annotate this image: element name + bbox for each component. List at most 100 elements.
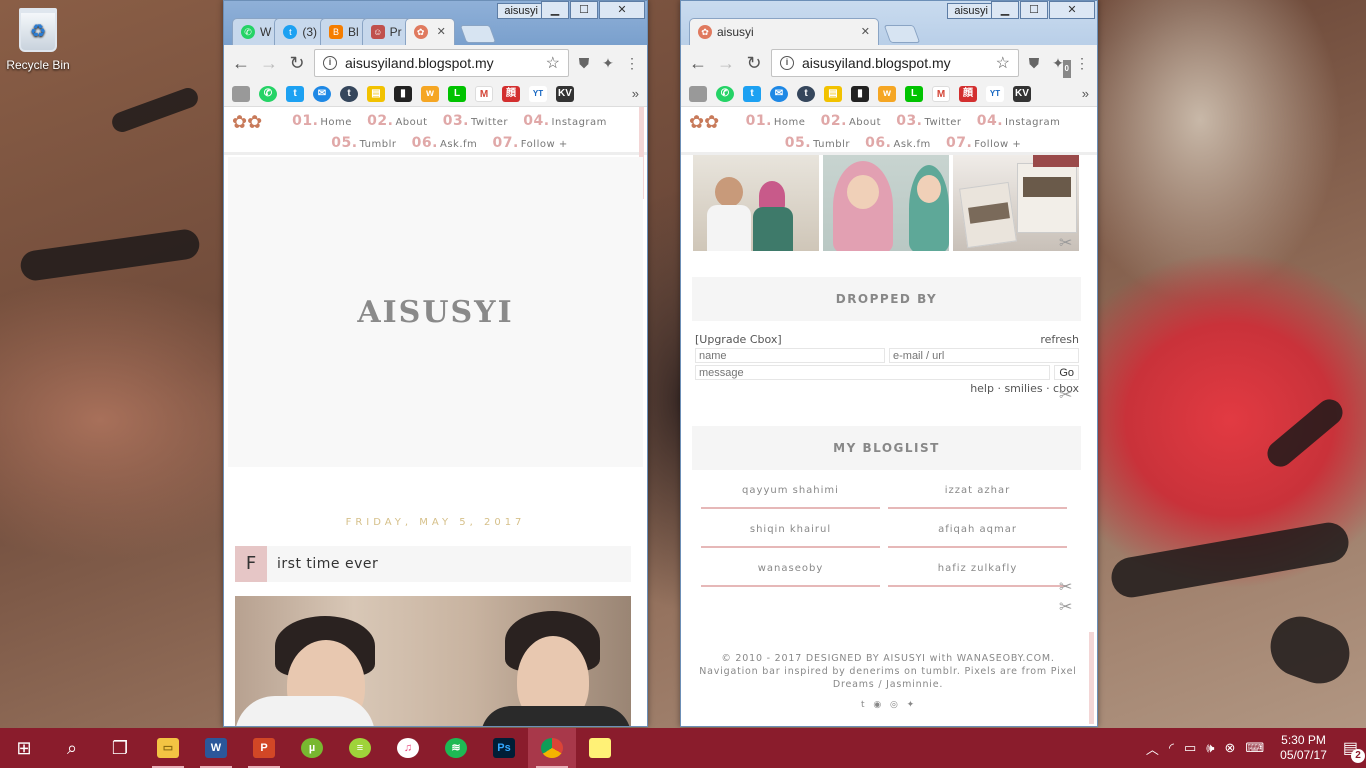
tab-aisusyi-active[interactable]: ✿ ✕ <box>404 18 455 45</box>
line-bookmark-icon[interactable]: L <box>905 85 923 102</box>
tab-blogger[interactable]: B Bl <box>320 18 368 45</box>
cbox-message-input[interactable] <box>695 365 1051 380</box>
tab-twitter[interactable]: t (3) <box>274 18 326 45</box>
bloglist-item[interactable]: wanaseoby <box>701 563 880 587</box>
tools-icon[interactable]: ✂ <box>1059 233 1072 252</box>
clock[interactable]: 5:30 PM 05/07/17 <box>1280 733 1327 763</box>
kv-bookmark-icon[interactable]: KV <box>556 85 574 102</box>
photo-thumbnail[interactable] <box>693 155 819 251</box>
bloglist-item[interactable]: shiqin khairul <box>701 524 880 548</box>
note-bookmark-icon[interactable]: ▤ <box>367 85 385 102</box>
start-button[interactable]: ⊞ <box>0 728 48 768</box>
cbox-email-input[interactable] <box>889 348 1079 363</box>
nav-instagram[interactable]: 04. Instagram <box>521 113 607 129</box>
extension-icon[interactable]: ⛊ <box>1025 54 1043 72</box>
taskbar-powerpoint[interactable]: P <box>240 728 288 768</box>
close-tab-icon[interactable]: ✕ <box>861 19 870 45</box>
tab-whatsapp[interactable]: ✆ W <box>232 18 281 45</box>
bookmark-black-icon[interactable]: ▮ <box>394 85 412 102</box>
tumblr-bookmark-icon[interactable]: t <box>797 85 815 102</box>
taskbar-itunes[interactable]: ♫ <box>384 728 432 768</box>
browser-window-right[interactable]: aisusyi ▁ ☐ ✕ ✿ aisusyi ✕ ← → ↻ i aisusyil… <box>680 0 1098 727</box>
url-text[interactable]: aisusyiland.blogspot.my <box>345 55 538 71</box>
nav-tumblr[interactable]: 05. Tumblr <box>329 135 396 151</box>
bloglist-item[interactable]: afiqah aqmar <box>888 524 1067 548</box>
wattpad-bookmark-icon[interactable]: w <box>878 85 896 102</box>
twitter-bookmark-icon[interactable]: t <box>286 85 304 102</box>
tab-aisusyi-active[interactable]: ✿ aisusyi ✕ <box>689 18 879 45</box>
nav-home[interactable]: 01. Home <box>290 113 352 129</box>
more-bookmarks-icon[interactable]: » <box>632 86 639 101</box>
info-icon[interactable]: i <box>323 56 337 70</box>
extension-puzzle-icon[interactable]: ✦ 0 <box>1049 54 1071 78</box>
bloglist-item[interactable]: qayyum shahimi <box>701 485 880 509</box>
wifi-icon[interactable]: ◜ <box>1169 740 1174 756</box>
bloglist-item[interactable]: hafiz zulkafly <box>888 563 1067 587</box>
back-icon[interactable]: ← <box>687 52 709 74</box>
note-bookmark-icon[interactable]: ▤ <box>824 85 842 102</box>
mute-icon[interactable]: ⊗ <box>1224 740 1235 756</box>
menu-icon[interactable]: ⋮ <box>623 54 641 72</box>
apple-bookmark-icon[interactable] <box>232 85 250 102</box>
tumblr-icon[interactable]: t <box>861 699 865 712</box>
close-window-button[interactable]: ✕ <box>1049 1 1095 19</box>
twitter-icon[interactable]: ✦ <box>907 699 915 712</box>
line-bookmark-icon[interactable]: L <box>448 85 466 102</box>
volume-icon[interactable]: 🕪 <box>1206 740 1214 756</box>
cbox-refresh-link[interactable]: refresh <box>1040 333 1079 346</box>
ytmp3-bookmark-icon[interactable]: YT <box>529 85 547 102</box>
red-bookmark-icon[interactable]: 顔 <box>959 85 977 102</box>
nav-home[interactable]: 01. Home <box>744 113 806 129</box>
taskbar-utorrent[interactable]: µ <box>288 728 336 768</box>
nav-instagram[interactable]: 04. Instagram <box>975 113 1061 129</box>
red-bookmark-icon[interactable]: 顔 <box>502 85 520 102</box>
minimize-button[interactable]: ▁ <box>541 1 569 19</box>
reload-icon[interactable]: ↻ <box>743 52 765 74</box>
action-center-icon[interactable]: ▤ 2 <box>1343 738 1365 763</box>
tools-icon[interactable]: ✂ <box>1059 577 1072 596</box>
instagram-icon[interactable]: ◎ <box>890 699 899 712</box>
task-view-button[interactable]: ❐ <box>96 728 144 768</box>
nav-about[interactable]: 02. About <box>819 113 881 129</box>
taskbar-chrome[interactable] <box>528 728 576 768</box>
cbox-links[interactable]: help · smilies · cbox <box>695 382 1079 395</box>
info-icon[interactable]: i <box>780 56 794 70</box>
browser-window-left[interactable]: aisusyi ▁ ☐ ✕ ✆ W t (3) B Bl ☺ Pr ✿ ✕ ← → ↻ i… <box>223 0 648 727</box>
nav-askfm[interactable]: 06. Ask.fm <box>410 135 478 151</box>
recycle-bin[interactable]: Recycle Bin <box>6 8 70 72</box>
wattpad-bookmark-icon[interactable]: w <box>421 85 439 102</box>
title-bar[interactable]: aisusyi ▁ ☐ ✕ ✿ aisusyi ✕ <box>681 1 1097 45</box>
taskbar-file-explorer[interactable]: ▭ <box>144 728 192 768</box>
taskbar-word[interactable]: W <box>192 728 240 768</box>
extension-icon[interactable]: ⛊ <box>575 54 593 72</box>
gmail-bookmark-icon[interactable]: M <box>932 85 950 102</box>
maximize-button[interactable]: ☐ <box>1020 1 1048 19</box>
tab-profile[interactable]: ☺ Pr <box>361 18 411 45</box>
cbox-upgrade-link[interactable]: [Upgrade Cbox] <box>695 333 782 346</box>
title-bar[interactable]: aisusyi ▁ ☐ ✕ ✆ W t (3) B Bl ☺ Pr ✿ ✕ <box>224 1 647 45</box>
tumblr-bookmark-icon[interactable]: t <box>340 85 358 102</box>
nav-follow[interactable]: 07. Follow + <box>944 135 1021 151</box>
reload-icon[interactable]: ↻ <box>286 52 308 74</box>
nav-about[interactable]: 02. About <box>365 113 427 129</box>
address-bar[interactable]: i aisusyiland.blogspot.my ☆ <box>771 49 1019 77</box>
kv-bookmark-icon[interactable]: KV <box>1013 85 1031 102</box>
keyboard-icon[interactable]: ⌨ <box>1245 740 1264 756</box>
bookmark-star-icon[interactable]: ☆ <box>546 53 560 73</box>
extension-puzzle-icon[interactable]: ✦ <box>599 54 617 72</box>
minimize-button[interactable]: ▁ <box>991 1 1019 19</box>
taskbar-photoshop[interactable]: Ps <box>480 728 528 768</box>
bookmark-star-icon[interactable]: ☆ <box>996 53 1010 73</box>
forward-icon[interactable]: → <box>715 52 737 74</box>
askfm-icon[interactable]: ◉ <box>873 699 882 712</box>
messenger-bookmark-icon[interactable]: ✉ <box>313 85 331 102</box>
forward-icon[interactable]: → <box>258 52 280 74</box>
taskbar-line[interactable]: ≡ <box>336 728 384 768</box>
apple-bookmark-icon[interactable] <box>689 85 707 102</box>
nav-askfm[interactable]: 06. Ask.fm <box>863 135 931 151</box>
close-window-button[interactable]: ✕ <box>599 1 645 19</box>
bloglist-item[interactable]: izzat azhar <box>888 485 1067 509</box>
profile-button[interactable]: aisusyi <box>497 3 545 19</box>
nav-twitter[interactable]: 03. Twitter <box>441 113 508 129</box>
search-button[interactable]: ⌕ <box>48 728 96 768</box>
